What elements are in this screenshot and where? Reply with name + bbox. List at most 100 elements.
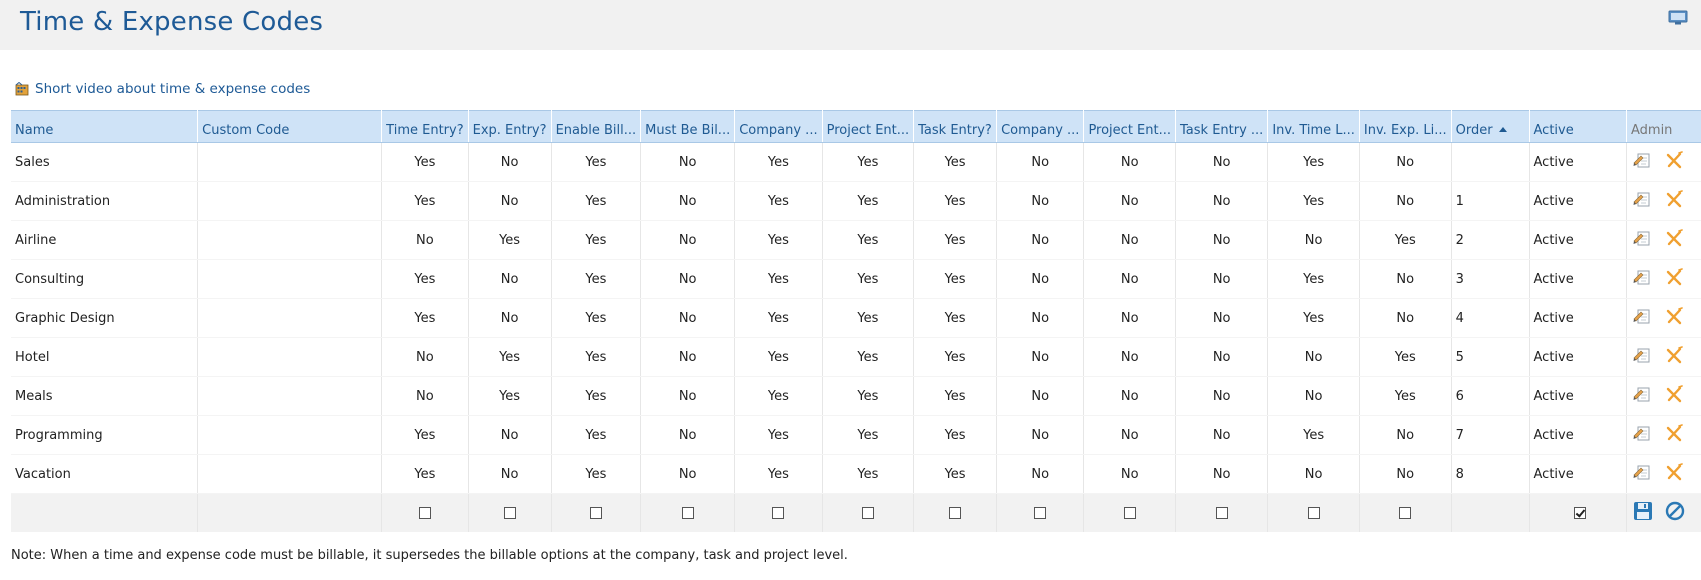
cell-custom-code: [197, 415, 383, 455]
cell-must-be-billable: No: [640, 220, 736, 260]
col-header-project-entry-2[interactable]: Project Ent...: [1083, 110, 1176, 143]
cell-exp-entry: Yes: [468, 220, 552, 260]
cell-enable-billable: Yes: [551, 220, 642, 260]
cell-task-entry-2: No: [1175, 142, 1269, 182]
cell-name: Programming: [11, 415, 199, 455]
new-task-entry-2-checkbox[interactable]: [1215, 507, 1228, 519]
col-header-company-2[interactable]: Company ...: [996, 110, 1085, 143]
cell-admin: [1626, 376, 1701, 416]
col-header-project-entry-1[interactable]: Project Ent...: [822, 110, 915, 143]
cell-active: Active: [1529, 220, 1627, 260]
new-active-checkbox[interactable]: [1573, 507, 1586, 519]
cell-time-entry: Yes: [381, 415, 469, 455]
cell-inv-time-line: No: [1267, 454, 1360, 494]
cell-project-entry-1: Yes: [822, 259, 915, 299]
cell-active: Active: [1529, 181, 1627, 221]
table-row[interactable]: Airline No Yes Yes No Yes Yes Yes No No No No Yes 2 Ac…: [11, 220, 1701, 260]
cell-task-entry: Yes: [913, 337, 998, 377]
delete-icon[interactable]: [1665, 463, 1683, 485]
cell-company-1: Yes: [734, 142, 823, 182]
monitor-icon[interactable]: [1668, 10, 1688, 26]
edit-icon[interactable]: [1633, 190, 1653, 212]
col-header-name[interactable]: Name: [11, 110, 199, 143]
col-header-active[interactable]: Active: [1529, 110, 1627, 143]
cell-order: 5: [1451, 337, 1530, 377]
edit-icon[interactable]: [1633, 151, 1653, 173]
col-header-task-entry[interactable]: Task Entry?: [913, 110, 998, 143]
col-header-enable-billable[interactable]: Enable Bill...: [551, 110, 642, 143]
cell-inv-time-line: Yes: [1267, 298, 1360, 338]
col-header-exp-entry[interactable]: Exp. Entry?: [468, 110, 552, 143]
new-company-1-checkbox[interactable]: [772, 507, 785, 519]
cell-active: Active: [1529, 415, 1627, 455]
new-cell-company-2: [996, 493, 1085, 533]
table-row[interactable]: Administration Yes No Yes No Yes Yes Yes No No No Y…: [11, 181, 1701, 221]
table-row[interactable]: Meals No Yes Yes No Yes Yes Yes No No No No Yes 6 Acti…: [11, 376, 1701, 416]
new-cell-task-entry-2: [1175, 493, 1269, 533]
cell-inv-time-line: Yes: [1267, 415, 1360, 455]
new-cell-active: [1529, 493, 1627, 533]
new-must-be-billable-checkbox[interactable]: [681, 507, 694, 519]
table-row[interactable]: Vacation Yes No Yes No Yes Yes Yes No No No No No 8 Ac…: [11, 454, 1701, 494]
cell-name: Vacation: [11, 454, 199, 494]
cell-time-entry: Yes: [381, 142, 469, 182]
table-row[interactable]: Programming Yes No Yes No Yes Yes Yes No No No Yes N…: [11, 415, 1701, 455]
cell-order: 7: [1451, 415, 1530, 455]
table-body: Sales Yes No Yes No Yes Yes Yes No No No Yes No Activ…: [11, 142, 1701, 533]
new-project-entry-2-checkbox[interactable]: [1123, 507, 1136, 519]
cell-enable-billable: Yes: [551, 181, 642, 221]
new-company-2-checkbox[interactable]: [1034, 507, 1047, 519]
delete-icon[interactable]: [1665, 190, 1683, 212]
new-project-entry-1-checkbox[interactable]: [861, 507, 874, 519]
new-inv-exp-line-checkbox[interactable]: [1399, 507, 1412, 519]
edit-icon[interactable]: [1633, 229, 1653, 251]
cell-admin: [1626, 142, 1701, 182]
new-cell-admin: [1626, 493, 1701, 533]
cell-company-1: Yes: [734, 415, 823, 455]
delete-icon[interactable]: [1665, 268, 1683, 290]
new-task-entry-checkbox[interactable]: [949, 507, 962, 519]
col-header-company-1[interactable]: Company ...: [734, 110, 823, 143]
col-header-time-entry[interactable]: Time Entry?: [381, 110, 469, 143]
edit-icon[interactable]: [1633, 268, 1653, 290]
edit-icon[interactable]: [1633, 385, 1653, 407]
col-header-task-entry-2[interactable]: Task Entry ...: [1175, 110, 1269, 143]
video-link[interactable]: Short video about time & expense codes: [15, 80, 310, 98]
cell-task-entry: Yes: [913, 259, 998, 299]
col-header-inv-time-line[interactable]: Inv. Time L...: [1267, 110, 1360, 143]
col-header-custom-code[interactable]: Custom Code: [197, 110, 383, 143]
cell-inv-time-line: Yes: [1267, 259, 1360, 299]
edit-icon[interactable]: [1633, 346, 1653, 368]
edit-icon[interactable]: [1633, 463, 1653, 485]
new-inv-time-line-checkbox[interactable]: [1307, 507, 1320, 519]
delete-icon[interactable]: [1665, 385, 1683, 407]
cell-company-2: No: [996, 376, 1085, 416]
edit-icon[interactable]: [1633, 307, 1653, 329]
video-link-label[interactable]: Short video about time & expense codes: [35, 81, 310, 97]
cell-project-entry-2: No: [1083, 298, 1176, 338]
col-header-must-be-billable[interactable]: Must Be Bil...: [640, 110, 736, 143]
table-row[interactable]: Hotel No Yes Yes No Yes Yes Yes No No No No Yes 5 Acti…: [11, 337, 1701, 377]
new-cell-project-entry-1: [822, 493, 915, 533]
edit-icon[interactable]: [1633, 424, 1653, 446]
save-icon[interactable]: [1633, 501, 1653, 525]
cell-inv-exp-line: No: [1359, 298, 1452, 338]
delete-icon[interactable]: [1665, 229, 1683, 251]
new-cell-inv-exp-line: [1359, 493, 1452, 533]
cell-company-1: Yes: [734, 454, 823, 494]
new-time-entry-checkbox[interactable]: [418, 507, 431, 519]
new-exp-entry-checkbox[interactable]: [503, 507, 516, 519]
new-enable-billable-checkbox[interactable]: [589, 507, 602, 519]
col-header-inv-exp-line[interactable]: Inv. Exp. Li...: [1359, 110, 1452, 143]
delete-icon[interactable]: [1665, 151, 1683, 173]
delete-icon[interactable]: [1665, 424, 1683, 446]
delete-icon[interactable]: [1665, 307, 1683, 329]
table-row[interactable]: Sales Yes No Yes No Yes Yes Yes No No No Yes No Activ…: [11, 142, 1701, 182]
table-row[interactable]: Consulting Yes No Yes No Yes Yes Yes No No No Yes No…: [11, 259, 1701, 299]
cancel-icon[interactable]: [1665, 501, 1685, 525]
header-row: Name Custom Code Time Entry? Exp. Entry?…: [11, 110, 1701, 143]
delete-icon[interactable]: [1665, 346, 1683, 368]
table-row[interactable]: Graphic Design Yes No Yes No Yes Yes Yes No No No Y…: [11, 298, 1701, 338]
cell-task-entry: Yes: [913, 376, 998, 416]
col-header-order[interactable]: Order: [1451, 110, 1530, 143]
